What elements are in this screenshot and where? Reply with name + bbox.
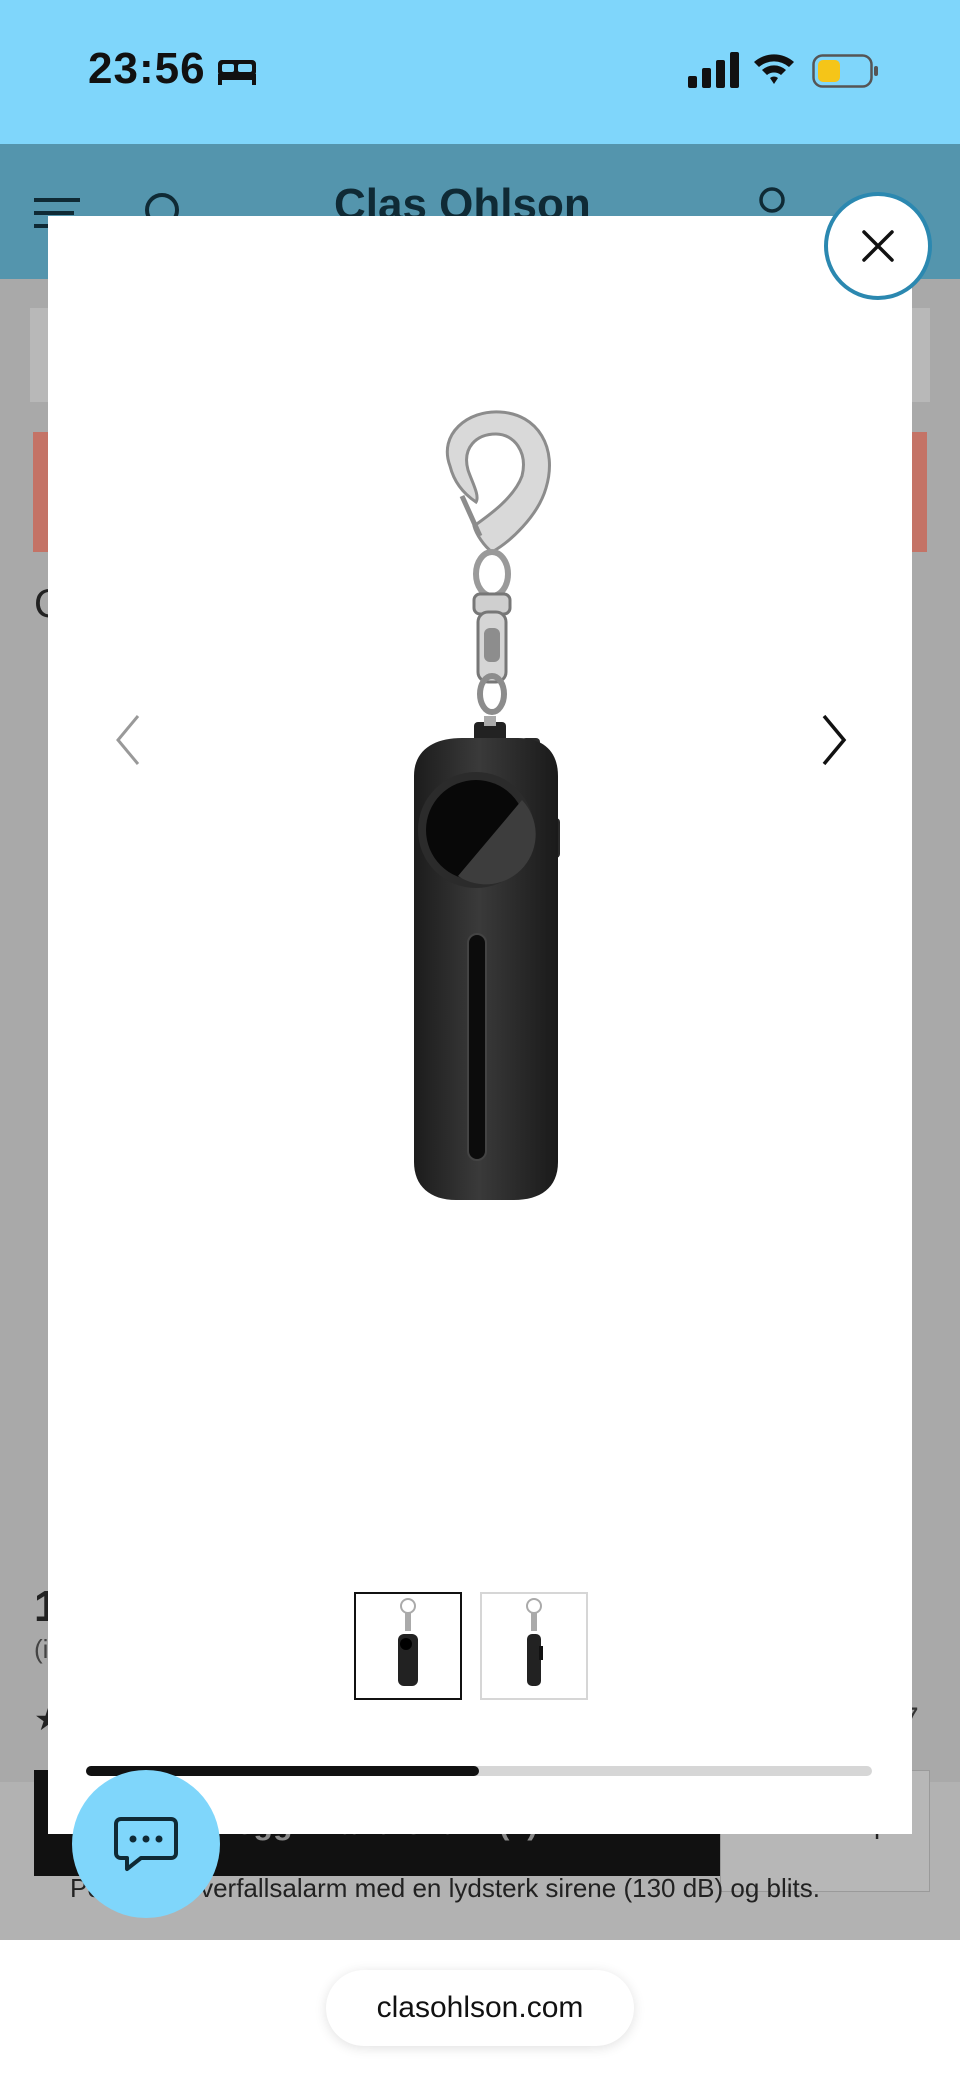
- page-sub-fragment: (i: [34, 1634, 49, 1664]
- thumbnail-front[interactable]: [354, 1592, 462, 1700]
- wifi-icon: [754, 54, 794, 84]
- chevron-left-icon[interactable]: [108, 712, 148, 768]
- thumbnail-side[interactable]: [480, 1592, 588, 1700]
- signal-icon: [688, 52, 739, 88]
- close-button[interactable]: [824, 192, 932, 300]
- chevron-right-icon[interactable]: [814, 712, 854, 768]
- chat-bubble-icon: [114, 1817, 178, 1871]
- url-bar[interactable]: clasohlson.com: [326, 1970, 634, 2046]
- status-time: 23:56: [88, 44, 206, 93]
- thumbnail-image: [526, 1598, 543, 1686]
- thumbnail-image: [398, 1598, 418, 1686]
- chat-button[interactable]: [72, 1770, 220, 1918]
- close-icon: [862, 230, 894, 262]
- bed-icon: [218, 60, 256, 85]
- slide-progress-bar: [86, 1766, 872, 1776]
- battery-icon: [812, 54, 878, 88]
- status-bar: 23:56: [0, 0, 960, 144]
- product-image[interactable]: [388, 404, 588, 1204]
